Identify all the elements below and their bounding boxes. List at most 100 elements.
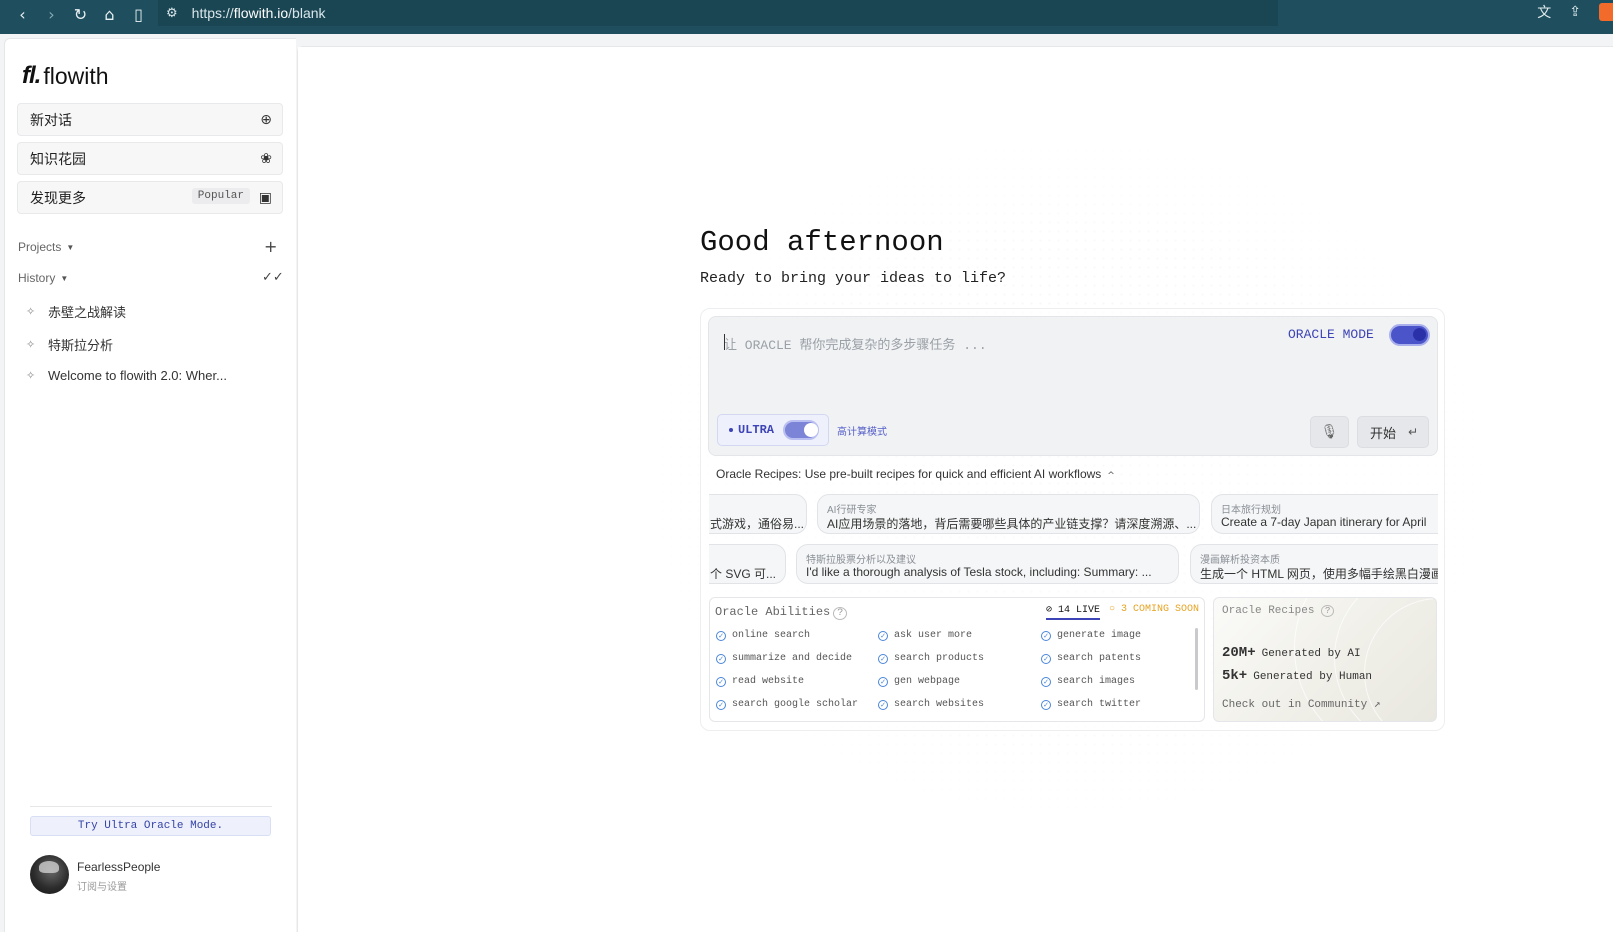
ability-label: search websites <box>894 699 985 710</box>
address-bar[interactable]: ⚙ https://flowith.io/blank <box>158 0 1278 26</box>
check-icon: ✓ <box>1041 676 1051 687</box>
select-all-icon[interactable]: ✓✓ <box>262 270 284 285</box>
history-item-label: Welcome to flowith 2.0: Wher... <box>48 368 227 383</box>
recipe-body: 式游戏，通俗易... <box>710 517 805 531</box>
check-icon: ✓ <box>878 699 888 710</box>
recipe-title: 漫画解析投资本质 <box>1200 555 1280 566</box>
abilities-title: Oracle Abilities? <box>715 605 848 620</box>
ability-item: ✓ summarize and decide <box>716 653 852 664</box>
help-icon[interactable]: ? <box>833 607 848 620</box>
user-name[interactable]: FearlessPeople <box>77 860 160 874</box>
bookmark-icon[interactable]: ▯ <box>124 2 153 26</box>
site-settings-icon[interactable]: ⚙ <box>166 6 178 21</box>
enter-key-icon: ↵ <box>1407 425 1418 439</box>
add-project-icon[interactable]: + <box>264 237 277 256</box>
ability-label: search images <box>1057 676 1136 687</box>
subscription-settings-link[interactable]: 订阅与设置 <box>77 878 127 893</box>
abilities-scrollbar[interactable] <box>1195 628 1198 690</box>
history-label: History <box>18 271 56 285</box>
back-icon[interactable]: ‹ <box>8 2 37 26</box>
high-compute-label: 高计算模式 <box>837 427 887 438</box>
recipe-body: 生成一个 HTML 网页，使用多幅手绘黑白漫画 <box>1200 567 1438 581</box>
new-chat-button[interactable]: 新对话 ⊕ <box>17 103 283 136</box>
recipe-card[interactable]: AI行研专家 AI应用场景的落地，背后需要哪些具体的产业链支撑？请深度溯源、..… <box>817 494 1200 534</box>
ability-item: ✓ search google scholar <box>716 699 858 710</box>
conversation-icon: ✧ <box>26 369 36 382</box>
garden-icon: ❀ <box>260 151 272 167</box>
history-item[interactable]: ✧ 赤壁之战解读 <box>26 302 126 321</box>
live-tab[interactable]: ⊘ 14 LIVE <box>1046 604 1101 620</box>
ability-label: search products <box>894 653 985 664</box>
recipe-card[interactable]: 日本旅行规划 Create a 7-day Japan itinerary fo… <box>1211 494 1438 534</box>
home-icon[interactable]: ⌂ <box>95 2 124 26</box>
history-item[interactable]: ✧ 特斯拉分析 <box>26 335 113 354</box>
knowledge-garden-button[interactable]: 知识花园 ❀ <box>17 142 283 175</box>
history-item[interactable]: ✧ Welcome to flowith 2.0: Wher... <box>26 368 227 383</box>
ability-label: ask user more <box>894 630 973 641</box>
flowith-logo[interactable]: fl. flowith <box>22 62 109 90</box>
recipe-body: AI应用场景的落地，背后需要哪些具体的产业链支撑？请深度溯源、... <box>827 517 1197 531</box>
live-label: 14 LIVE <box>1058 605 1101 616</box>
toggle-knob <box>1413 328 1426 341</box>
check-icon: ✓ <box>878 653 888 664</box>
ability-item: ✓ generate image <box>1041 630 1141 641</box>
check-icon: ✓ <box>1041 653 1051 664</box>
reload-icon[interactable]: ↻ <box>66 2 95 26</box>
check-icon: ✓ <box>716 699 726 710</box>
check-icon: ✓ <box>716 676 726 687</box>
microphone-icon[interactable]: 🎙 <box>1310 416 1349 448</box>
recipe-card[interactable]: 漫画解析投资本质 生成一个 HTML 网页，使用多幅手绘黑白漫画 <box>1190 544 1438 584</box>
try-ultra-button[interactable]: Try Ultra Oracle Mode. <box>30 816 271 836</box>
sidebar-divider <box>30 806 272 807</box>
recipe-card[interactable]: 特斯拉股票分析以及建议 I'd like a thorough analysis… <box>796 544 1179 584</box>
start-label: 开始 <box>1370 425 1397 441</box>
new-chat-label: 新对话 <box>30 111 72 128</box>
recipe-title: 日本旅行规划 <box>1221 505 1281 516</box>
recipe-card[interactable]: 个 SVG 可... <box>709 544 786 584</box>
greeting-subtitle: Ready to bring your ideas to life? <box>700 270 1007 287</box>
community-link[interactable]: Check out in Community ↗ <box>1222 697 1380 711</box>
ability-label: summarize and decide <box>732 653 853 664</box>
chevron-up-icon: ^ <box>1107 471 1115 481</box>
ability-item: ✓ online search <box>716 630 810 641</box>
stats-title: Oracle Recipes ? <box>1222 605 1335 617</box>
start-button[interactable]: 开始 ↵ <box>1357 416 1429 448</box>
coming-soon-tab[interactable]: ○ 3 COMING SOON <box>1109 604 1199 615</box>
logo-text: flowith <box>43 62 109 89</box>
toggle-knob <box>804 423 818 437</box>
forward-icon[interactable]: › <box>37 2 66 26</box>
recipes-title-label: Oracle Recipes: Use pre-built recipes fo… <box>716 467 1102 481</box>
recipe-card[interactable]: 式游戏，通俗易... <box>709 494 807 534</box>
prompt-placeholder: 让 ORACLE 帮你完成复杂的多步骤任务 ... <box>724 338 987 353</box>
stats-title-label: Oracle Recipes <box>1222 605 1315 617</box>
ability-label: read website <box>732 676 805 687</box>
ability-item: ✓ search twitter <box>1041 699 1141 710</box>
avatar[interactable] <box>30 855 69 894</box>
oracle-mode-toggle[interactable] <box>1389 324 1430 346</box>
history-item-label: 赤壁之战解读 <box>48 305 127 320</box>
history-toggle[interactable]: History ▼ <box>18 271 68 285</box>
ability-item: ✓ search products <box>878 653 984 664</box>
ultra-dot <box>729 428 733 432</box>
caret-down-icon: ▼ <box>60 273 69 283</box>
url-prefix: https:// <box>191 5 234 21</box>
help-icon[interactable]: ? <box>1321 605 1335 617</box>
discover-button[interactable]: 发现更多 Popular ▣ <box>17 181 283 214</box>
oracle-mode-label: ORACLE MODE <box>1288 327 1374 342</box>
greeting-heading: Good afternoon <box>700 226 944 259</box>
translate-icon[interactable]: 文 <box>1537 2 1551 22</box>
share-icon[interactable]: ⇪ <box>1569 4 1581 20</box>
browser-toolbar: ‹ › ↻ ⌂ ▯ ⚙ https://flowith.io/blank 文 ⇪ <box>0 0 1613 28</box>
check-icon: ✓ <box>878 630 888 641</box>
brave-shield-icon[interactable] <box>1599 3 1613 21</box>
projects-label: Projects <box>18 240 62 254</box>
url-domain: flowith.io <box>233 5 289 21</box>
projects-toggle[interactable]: Projects ▼ <box>18 240 74 254</box>
ultra-toggle[interactable] <box>783 420 819 440</box>
recipes-toggle[interactable]: Oracle Recipes: Use pre-built recipes fo… <box>716 467 1115 481</box>
stat-human: 5k+ Generated by Human <box>1222 666 1372 684</box>
check-icon: ✓ <box>716 630 726 641</box>
text-cursor <box>724 334 725 350</box>
check-icon: ✓ <box>1041 699 1051 710</box>
url-path: /blank <box>288 5 326 21</box>
